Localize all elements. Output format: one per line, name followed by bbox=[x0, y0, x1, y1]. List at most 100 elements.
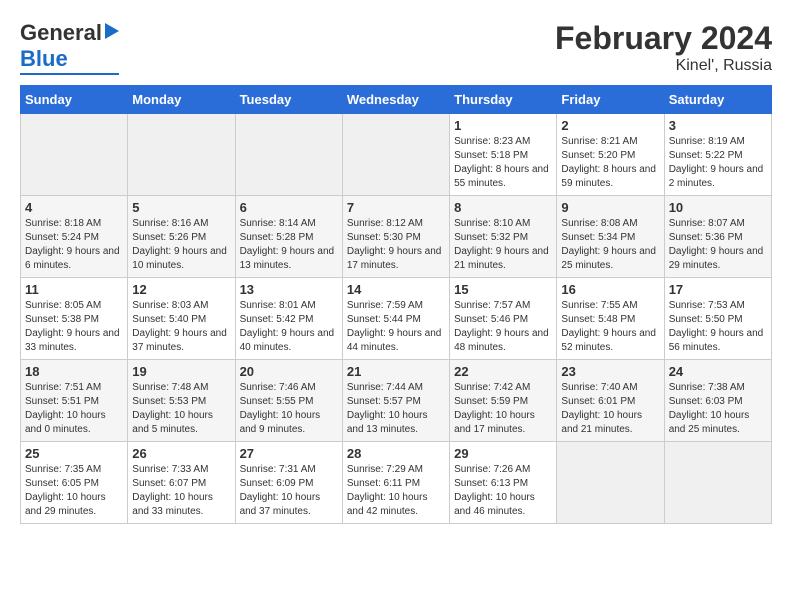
day-info: Sunrise: 7:59 AM Sunset: 5:44 PM Dayligh… bbox=[347, 299, 445, 355]
calendar-cell: 12 Sunrise: 8:03 AM Sunset: 5:40 PM Dayli… bbox=[128, 278, 235, 360]
day-info: Sunrise: 7:48 AM Sunset: 5:53 PM Dayligh… bbox=[132, 381, 230, 437]
day-number: 6 bbox=[240, 200, 338, 215]
day-info: Sunrise: 8:07 AM Sunset: 5:36 PM Dayligh… bbox=[669, 217, 767, 273]
day-number: 10 bbox=[669, 200, 767, 215]
calendar-cell: 4Sunrise: 8:18 AM Sunset: 5:24 PM Daylig… bbox=[21, 196, 128, 278]
calendar-cell: 5Sunrise: 8:16 AM Sunset: 5:26 PM Daylig… bbox=[128, 196, 235, 278]
day-info: Sunrise: 7:51 AM Sunset: 5:51 PM Dayligh… bbox=[25, 381, 123, 437]
calendar-cell: 29 Sunrise: 7:26 AM Sunset: 6:13 PM Dayli… bbox=[450, 442, 557, 524]
day-number: 28 bbox=[347, 446, 445, 461]
day-info: Sunrise: 8:01 AM Sunset: 5:42 PM Dayligh… bbox=[240, 299, 338, 355]
day-info: Sunrise: 7:35 AM Sunset: 6:05 PM Dayligh… bbox=[25, 463, 123, 519]
day-info: Sunrise: 8:10 AM Sunset: 5:32 PM Dayligh… bbox=[454, 217, 552, 273]
day-info: Sunrise: 8:16 AM Sunset: 5:26 PM Dayligh… bbox=[132, 217, 230, 273]
calendar-cell: 15 Sunrise: 7:57 AM Sunset: 5:46 PM Dayli… bbox=[450, 278, 557, 360]
day-number: 20 bbox=[240, 364, 338, 379]
calendar-cell: 25 Sunrise: 7:35 AM Sunset: 6:05 PM Dayli… bbox=[21, 442, 128, 524]
day-number: 14 bbox=[347, 282, 445, 297]
day-info: Sunrise: 7:53 AM Sunset: 5:50 PM Dayligh… bbox=[669, 299, 767, 355]
day-number: 2 bbox=[561, 118, 659, 133]
day-number: 13 bbox=[240, 282, 338, 297]
calendar-cell: 11 Sunrise: 8:05 AM Sunset: 5:38 PM Dayli… bbox=[21, 278, 128, 360]
day-number: 27 bbox=[240, 446, 338, 461]
day-number: 21 bbox=[347, 364, 445, 379]
calendar-cell: 1 Sunrise: 8:23 AM Sunset: 5:18 PM Daylig… bbox=[450, 114, 557, 196]
calendar-cell: 26 Sunrise: 7:33 AM Sunset: 6:07 PM Dayli… bbox=[128, 442, 235, 524]
calendar-title: February 2024 bbox=[555, 20, 772, 57]
day-info: Sunrise: 8:21 AM Sunset: 5:20 PM Dayligh… bbox=[561, 135, 659, 191]
weekday-header-sunday: Sunday bbox=[21, 86, 128, 114]
day-info: Sunrise: 7:33 AM Sunset: 6:07 PM Dayligh… bbox=[132, 463, 230, 519]
day-info: Sunrise: 7:55 AM Sunset: 5:48 PM Dayligh… bbox=[561, 299, 659, 355]
day-info: Sunrise: 8:14 AM Sunset: 5:28 PM Dayligh… bbox=[240, 217, 338, 273]
day-info: Sunrise: 7:26 AM Sunset: 6:13 PM Dayligh… bbox=[454, 463, 552, 519]
day-info: Sunrise: 8:12 AM Sunset: 5:30 PM Dayligh… bbox=[347, 217, 445, 273]
day-info: Sunrise: 7:44 AM Sunset: 5:57 PM Dayligh… bbox=[347, 381, 445, 437]
day-info: Sunrise: 7:46 AM Sunset: 5:55 PM Dayligh… bbox=[240, 381, 338, 437]
calendar-cell: 9Sunrise: 8:08 AM Sunset: 5:34 PM Daylig… bbox=[557, 196, 664, 278]
day-info: Sunrise: 7:38 AM Sunset: 6:03 PM Dayligh… bbox=[669, 381, 767, 437]
calendar-cell: 14 Sunrise: 7:59 AM Sunset: 5:44 PM Dayli… bbox=[342, 278, 449, 360]
weekday-header-thursday: Thursday bbox=[450, 86, 557, 114]
logo-blue: Blue bbox=[20, 46, 68, 72]
weekday-header-monday: Monday bbox=[128, 86, 235, 114]
day-number: 3 bbox=[669, 118, 767, 133]
day-number: 22 bbox=[454, 364, 552, 379]
day-info: Sunrise: 8:18 AM Sunset: 5:24 PM Dayligh… bbox=[25, 217, 123, 273]
calendar-cell: 16 Sunrise: 7:55 AM Sunset: 5:48 PM Dayli… bbox=[557, 278, 664, 360]
calendar-cell bbox=[128, 114, 235, 196]
day-number: 24 bbox=[669, 364, 767, 379]
calendar-cell: 8 Sunrise: 8:10 AM Sunset: 5:32 PM Daylig… bbox=[450, 196, 557, 278]
calendar-cell bbox=[664, 442, 771, 524]
day-number: 8 bbox=[454, 200, 552, 215]
day-number: 17 bbox=[669, 282, 767, 297]
calendar-cell: 7 Sunrise: 8:12 AM Sunset: 5:30 PM Daylig… bbox=[342, 196, 449, 278]
calendar-cell: 22 Sunrise: 7:42 AM Sunset: 5:59 PM Dayli… bbox=[450, 360, 557, 442]
weekday-header-wednesday: Wednesday bbox=[342, 86, 449, 114]
weekday-header-tuesday: Tuesday bbox=[235, 86, 342, 114]
day-number: 18 bbox=[25, 364, 123, 379]
day-number: 23 bbox=[561, 364, 659, 379]
day-info: Sunrise: 8:03 AM Sunset: 5:40 PM Dayligh… bbox=[132, 299, 230, 355]
day-number: 12 bbox=[132, 282, 230, 297]
calendar-table: SundayMondayTuesdayWednesdayThursdayFrid… bbox=[20, 85, 772, 524]
day-number: 16 bbox=[561, 282, 659, 297]
day-number: 26 bbox=[132, 446, 230, 461]
logo-general: General bbox=[20, 20, 102, 46]
day-number: 15 bbox=[454, 282, 552, 297]
calendar-cell: 23 Sunrise: 7:40 AM Sunset: 6:01 PM Dayli… bbox=[557, 360, 664, 442]
calendar-cell: 6 Sunrise: 8:14 AM Sunset: 5:28 PM Daylig… bbox=[235, 196, 342, 278]
day-number: 1 bbox=[454, 118, 552, 133]
day-number: 11 bbox=[25, 282, 123, 297]
logo: General Blue bbox=[20, 20, 119, 75]
calendar-cell bbox=[557, 442, 664, 524]
day-number: 19 bbox=[132, 364, 230, 379]
day-info: Sunrise: 8:19 AM Sunset: 5:22 PM Dayligh… bbox=[669, 135, 767, 191]
calendar-cell: 2 Sunrise: 8:21 AM Sunset: 5:20 PM Daylig… bbox=[557, 114, 664, 196]
day-number: 7 bbox=[347, 200, 445, 215]
calendar-cell: 13 Sunrise: 8:01 AM Sunset: 5:42 PM Dayli… bbox=[235, 278, 342, 360]
day-info: Sunrise: 7:57 AM Sunset: 5:46 PM Dayligh… bbox=[454, 299, 552, 355]
calendar-cell bbox=[235, 114, 342, 196]
calendar-cell bbox=[342, 114, 449, 196]
calendar-cell bbox=[21, 114, 128, 196]
calendar-cell: 20 Sunrise: 7:46 AM Sunset: 5:55 PM Dayli… bbox=[235, 360, 342, 442]
calendar-subtitle: Kinel', Russia bbox=[555, 57, 772, 75]
day-info: Sunrise: 7:42 AM Sunset: 5:59 PM Dayligh… bbox=[454, 381, 552, 437]
day-number: 9 bbox=[561, 200, 659, 215]
calendar-cell: 19 Sunrise: 7:48 AM Sunset: 5:53 PM Dayli… bbox=[128, 360, 235, 442]
day-number: 29 bbox=[454, 446, 552, 461]
title-area: February 2024 Kinel', Russia bbox=[555, 20, 772, 75]
day-info: Sunrise: 7:29 AM Sunset: 6:11 PM Dayligh… bbox=[347, 463, 445, 519]
weekday-header-friday: Friday bbox=[557, 86, 664, 114]
calendar-cell: 18 Sunrise: 7:51 AM Sunset: 5:51 PM Dayli… bbox=[21, 360, 128, 442]
day-info: Sunrise: 7:40 AM Sunset: 6:01 PM Dayligh… bbox=[561, 381, 659, 437]
weekday-header-saturday: Saturday bbox=[664, 86, 771, 114]
calendar-cell: 3 Sunrise: 8:19 AM Sunset: 5:22 PM Daylig… bbox=[664, 114, 771, 196]
calendar-cell: 24 Sunrise: 7:38 AM Sunset: 6:03 PM Dayli… bbox=[664, 360, 771, 442]
day-info: Sunrise: 8:23 AM Sunset: 5:18 PM Dayligh… bbox=[454, 135, 552, 191]
day-info: Sunrise: 8:05 AM Sunset: 5:38 PM Dayligh… bbox=[25, 299, 123, 355]
day-info: Sunrise: 7:31 AM Sunset: 6:09 PM Dayligh… bbox=[240, 463, 338, 519]
calendar-cell: 28 Sunrise: 7:29 AM Sunset: 6:11 PM Dayli… bbox=[342, 442, 449, 524]
day-number: 25 bbox=[25, 446, 123, 461]
